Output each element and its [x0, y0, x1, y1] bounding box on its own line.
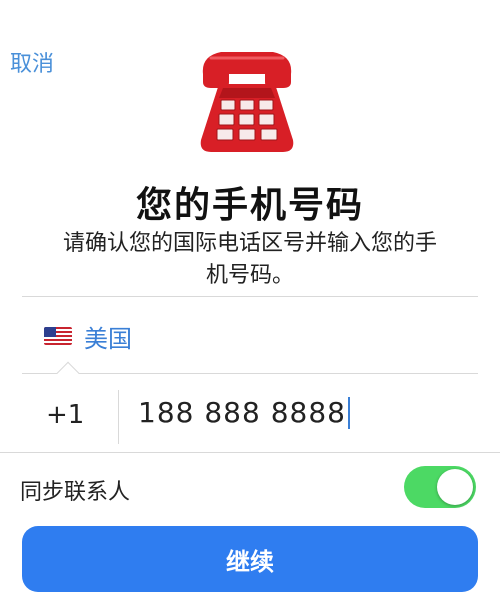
divider-bottom — [0, 452, 500, 453]
phone-input-row: +1 188 888 8888 — [0, 382, 500, 452]
sync-contacts-toggle[interactable] — [404, 466, 476, 508]
toggle-knob — [437, 469, 473, 505]
phone-number-value: 188 888 8888 — [138, 396, 346, 429]
country-selector[interactable]: 美国 — [0, 300, 500, 372]
continue-button[interactable]: 继续 — [22, 526, 478, 592]
telephone-icon — [193, 44, 301, 158]
country-code[interactable]: +1 — [46, 400, 84, 430]
sync-contacts-label: 同步联系人 — [20, 480, 131, 505]
phone-number-input[interactable]: 188 888 8888 — [138, 396, 350, 429]
cancel-button[interactable]: 取消 — [10, 46, 54, 78]
text-caret — [347, 396, 350, 429]
page-subtitle: 请确认您的国际电话区号并输入您的手机号码。 — [62, 231, 437, 288]
us-flag-icon — [44, 327, 72, 345]
divider-middle — [22, 373, 478, 374]
page-title: 您的手机号码 — [135, 185, 364, 226]
sync-contacts-row: 同步联系人 — [0, 458, 500, 516]
vertical-divider — [118, 390, 119, 444]
country-name: 美国 — [84, 324, 132, 353]
divider-top — [22, 296, 478, 297]
